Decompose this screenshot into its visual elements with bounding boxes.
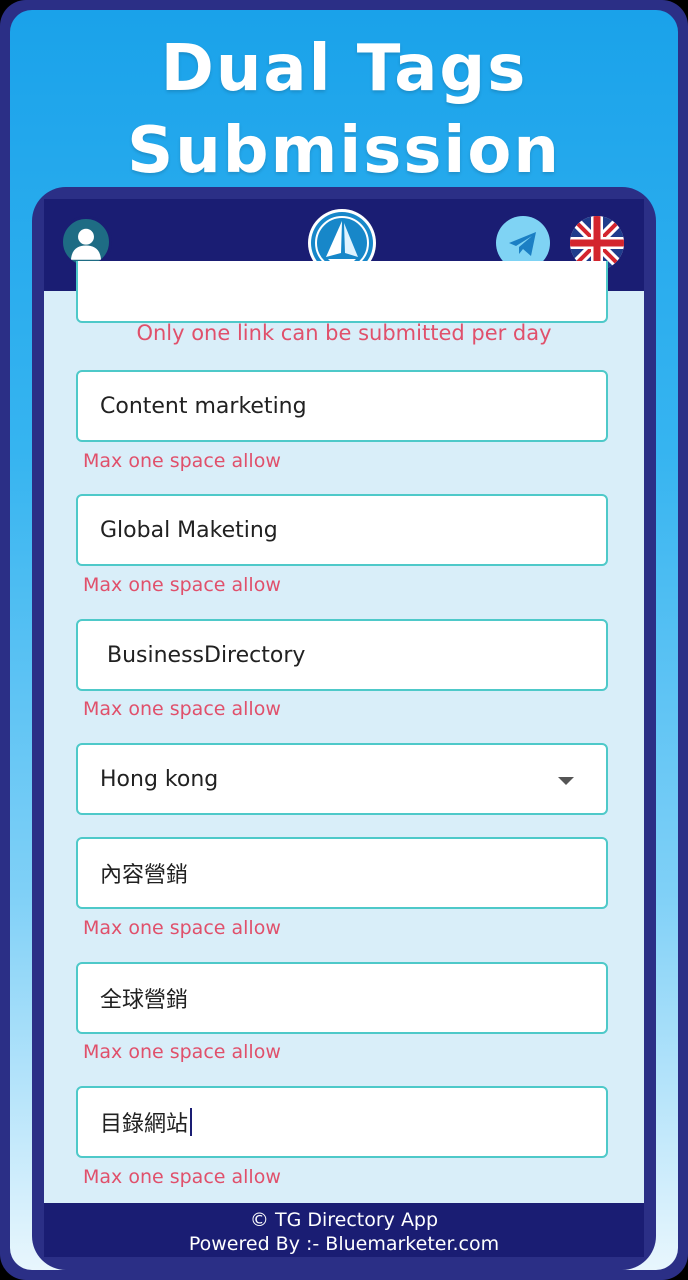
app-footer: © TG Directory App Powered By :- Bluemar… [44,1203,644,1257]
link-input[interactable] [76,261,608,323]
tag-en-1-hint: Max one space allow [83,450,281,472]
phone-mockup: Only one link can be submitted per day C… [32,187,656,1270]
headline-line-2: Submission [127,114,561,188]
text-cursor [190,1108,193,1136]
tag-en-3-hint: Max one space allow [83,698,281,720]
tag-zh-2-input[interactable]: 全球營銷 [76,962,608,1034]
footer-copyright: © TG Directory App [249,1209,439,1231]
region-select[interactable]: Hong kong [76,743,608,815]
tag-zh-3-value: 目錄網站 [100,1112,189,1137]
region-selected-value: Hong kong [100,766,219,792]
tag-zh-3-hint: Max one space allow [83,1166,281,1188]
footer-powered-by: Powered By :- Bluemarketer.com [188,1233,500,1255]
app-screen: Only one link can be submitted per day C… [44,199,644,1257]
headline: Dual Tags Submission [10,28,678,192]
form-scroll-area[interactable]: Only one link can be submitted per day C… [44,261,644,1203]
tag-zh-2-hint: Max one space allow [83,1041,281,1063]
tag-en-2-hint: Max one space allow [83,574,281,596]
headline-line-1: Dual Tags [160,32,528,106]
promo-poster: Dual Tags Submission Only one link can b… [10,10,678,1270]
outer-frame: Dual Tags Submission Only one link can b… [0,0,688,1280]
tag-en-3-input[interactable]: BusinessDirectory [76,619,608,691]
link-limit-notice: Only one link can be submitted per day [136,321,552,345]
tag-en-2-input[interactable]: Global Maketing [76,494,608,566]
tag-zh-3-input[interactable]: 目錄網站 [76,1086,608,1158]
tag-en-3-value: BusinessDirectory [100,642,306,668]
tag-zh-1-hint: Max one space allow [83,917,281,939]
chevron-down-icon[interactable] [558,777,574,785]
tag-en-1-input[interactable]: Content marketing [76,370,608,442]
tag-zh-1-input[interactable]: 內容營銷 [76,837,608,909]
